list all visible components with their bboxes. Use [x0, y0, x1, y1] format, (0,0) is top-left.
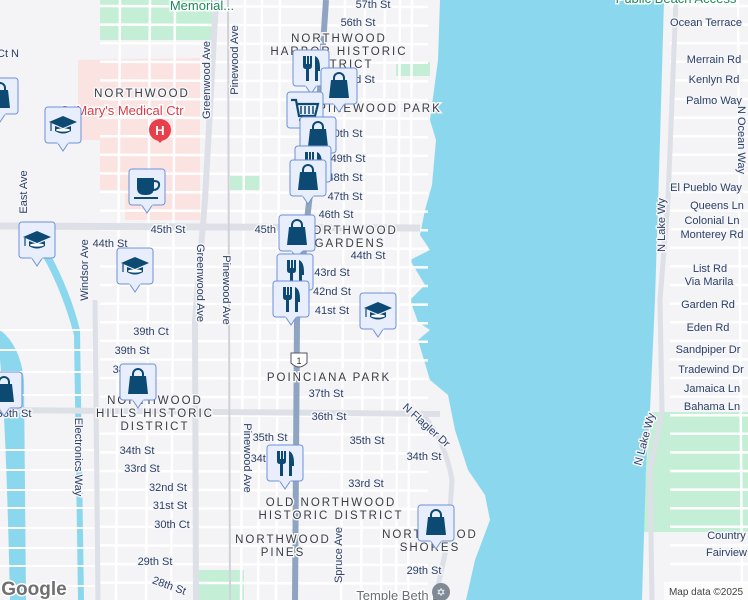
street-label: 34th St	[407, 451, 442, 463]
us-1-shield: 1	[290, 352, 308, 368]
street-label: Jamaica Ln	[684, 383, 740, 395]
electronics-way-road	[92, 299, 101, 600]
street-label: 48th St	[328, 172, 363, 184]
place-label[interactable]: Temple Beth El	[355, 587, 446, 600]
street-label: Pinewood Ave	[229, 25, 241, 95]
street-label: 47th St	[328, 191, 363, 203]
map-view[interactable]: 57th St56th St53rd St50th St49th St48th …	[0, 0, 748, 600]
small-park	[230, 176, 262, 190]
street-label: 57th St	[356, 0, 391, 11]
street-label: Monterey Rd	[681, 229, 744, 241]
star-of-david-icon: ✡	[436, 587, 445, 599]
street-label: Eden Rd	[687, 322, 730, 334]
street-label: 36th St	[312, 411, 347, 423]
street-label: 29th St	[407, 565, 442, 577]
street-label: Sandpiper Dr	[676, 344, 741, 356]
street-label: 44th St	[351, 250, 386, 262]
place-label[interactable]: Public Beach Access	[614, 0, 738, 8]
street-label: Electronics Way	[72, 418, 84, 497]
street-label: 45th St	[151, 224, 186, 236]
street-label: Bahama Ln	[684, 401, 740, 413]
street-label: Colonial Ln	[684, 215, 739, 227]
street-label: 46th St	[319, 209, 354, 221]
neighborhood-label: NORTHWOOD	[235, 534, 331, 546]
minor-street	[99, 358, 429, 362]
neighborhood-label: NORTHWOOD	[291, 33, 387, 45]
street-label: 29th St	[138, 556, 173, 568]
street-label: Pinewood Ave	[241, 423, 253, 493]
street-label: N Lake Wy	[656, 198, 668, 252]
street-label: 39th Ct	[133, 326, 168, 338]
neighborhood-label: HISTORIC DISTRICT	[259, 510, 404, 522]
street-label: Via Marila	[685, 276, 735, 288]
street-label: 41st St	[315, 305, 349, 317]
neighborhood-label: PINES	[261, 547, 306, 559]
neighborhood-label: GARDENS	[315, 238, 386, 250]
street-label: 32nd St	[149, 482, 187, 494]
street-label: N Ocean Way	[735, 106, 747, 175]
neighborhood-label: POINCIANA PARK	[267, 372, 391, 384]
green-strip	[396, 62, 430, 76]
street-label: Garden Rd	[681, 299, 735, 311]
street-label: Fairview R	[706, 547, 748, 559]
street-label: Greenwood Ave	[194, 244, 206, 322]
street-label: Queens Ln	[690, 200, 744, 212]
street-label: 35th St	[253, 432, 288, 444]
google-logo: Google	[1, 579, 66, 600]
street-label: 56th St	[341, 17, 376, 29]
park-south	[198, 570, 244, 600]
street-label: Ocean Terrace	[670, 17, 742, 29]
street-label: 33rd St	[348, 478, 383, 490]
street-label: 39th St	[115, 345, 150, 357]
street-label: Palmo Way	[686, 95, 742, 107]
street-label: 49th St	[331, 153, 366, 165]
route-number: 1	[296, 356, 301, 366]
street-label: List Rd	[693, 263, 727, 275]
map-canvas[interactable]: 57th St56th St53rd St50th St49th St48th …	[0, 0, 748, 600]
street-label: Spruce Ave	[333, 527, 345, 583]
36th-st-road	[0, 407, 441, 417]
street-label: Merrain Rd	[687, 54, 741, 66]
street-label: 31st St	[153, 500, 187, 512]
street-label: 33rd St	[124, 463, 159, 475]
minor-street	[99, 525, 429, 530]
street-label: 35th St	[350, 435, 385, 447]
street-label: 42nd St	[313, 286, 351, 298]
neighborhood-label: NORTHWOOD	[94, 88, 190, 100]
neighborhood-label: SHORES	[400, 542, 461, 554]
street-label: Ct N	[0, 48, 19, 60]
place-label[interactable]: Memorial...	[168, 0, 235, 15]
street-label: 43rd St	[314, 267, 349, 279]
street-label: Country C	[707, 530, 748, 542]
hospital-icon: H	[155, 123, 164, 138]
neighborhood-label: DISTRICT	[120, 421, 189, 433]
street-label: Kenlyn Rd	[689, 74, 740, 86]
neighborhood-label: HILLS HISTORIC	[96, 408, 214, 420]
minor-street	[99, 339, 429, 344]
minor-street	[99, 581, 429, 585]
street-label: East Ave	[18, 170, 30, 213]
street-label: Greenwood Ave	[201, 41, 213, 119]
map-attribution[interactable]: Map data ©2025	[669, 587, 744, 598]
neighborhood-label: HARBOR HISTORIC	[270, 46, 407, 58]
street-label: 37th St	[309, 388, 344, 400]
street-label: El Pueblo Way	[670, 182, 742, 194]
street-label: Windsor Ave	[79, 239, 91, 301]
neighborhood-label: OLD NORTHWOOD	[266, 497, 397, 509]
street-label: 30th Ct	[154, 519, 189, 531]
street-label: Tradewind Dr	[678, 364, 744, 376]
neighborhood-label: NORTHWOOD	[302, 225, 398, 237]
street-label: Pinewood Ave	[220, 255, 232, 325]
street-label: 34th St	[120, 445, 155, 457]
